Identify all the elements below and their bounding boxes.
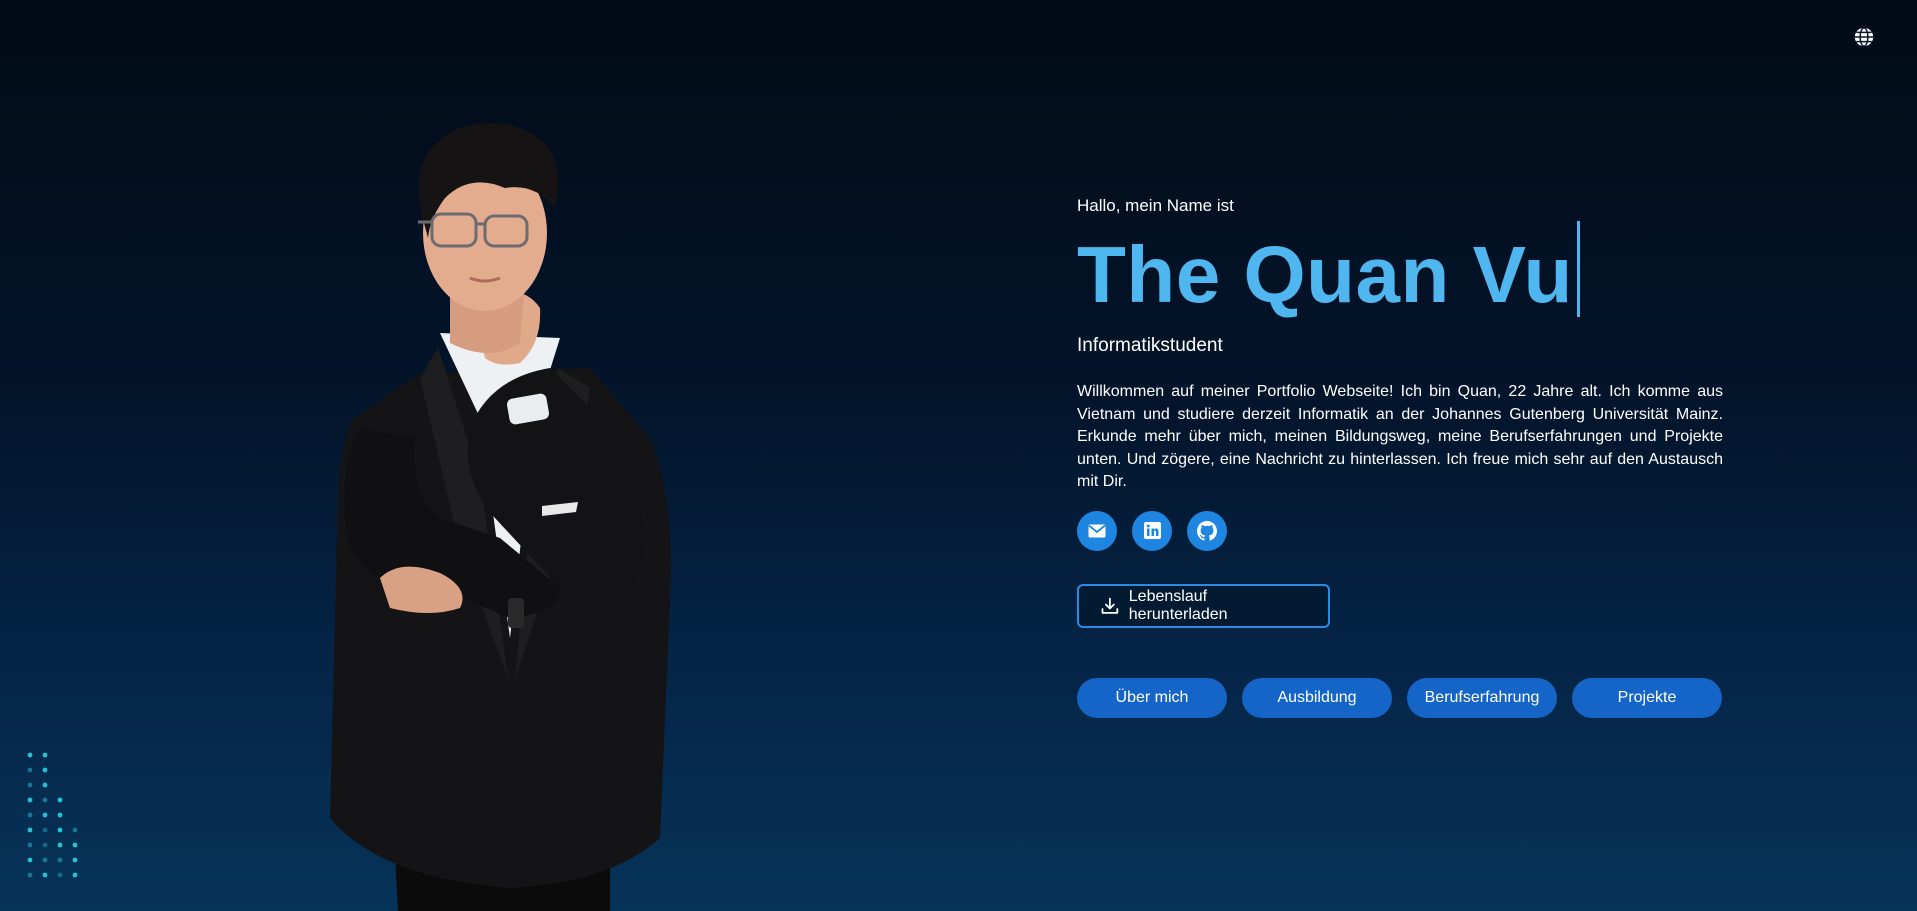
download-cv-button[interactable]: Lebenslauf herunterladen	[1077, 583, 1330, 628]
name-heading: The Quan Vu	[1077, 230, 1573, 319]
language-switch-button[interactable]	[1853, 26, 1875, 48]
github-link[interactable]	[1187, 510, 1227, 551]
nav-button-experience[interactable]: Berufserfahrung	[1407, 677, 1557, 718]
mail-icon	[1088, 524, 1106, 537]
profile-photo	[330, 123, 671, 911]
nav-button-about[interactable]: Über mich	[1077, 677, 1227, 718]
linkedin-link[interactable]	[1132, 510, 1172, 551]
typing-caret	[1576, 221, 1580, 317]
hero-section: Hallo, mein Name ist The Quan Vu Informa…	[1077, 196, 1723, 718]
role-subtitle: Informatikstudent	[1077, 335, 1223, 356]
download-icon	[1101, 597, 1119, 614]
social-links	[1077, 510, 1723, 551]
dots-decoration	[27, 752, 78, 878]
greeting-text: Hallo, mein Name ist	[1077, 196, 1234, 215]
nav-button-education[interactable]: Ausbildung	[1242, 677, 1392, 718]
nav-button-projects[interactable]: Projekte	[1572, 677, 1722, 718]
section-nav: Über mich Ausbildung Berufserfahrung Pro…	[1077, 677, 1723, 718]
linkedin-icon	[1143, 522, 1161, 539]
download-cv-label: Lebenslauf herunterladen	[1128, 587, 1228, 623]
bio-paragraph: Willkommen auf meiner Portfolio Webseite…	[1077, 383, 1723, 490]
email-link[interactable]	[1077, 510, 1117, 551]
github-icon	[1197, 520, 1217, 541]
name-heading-wrap: The Quan Vu	[1077, 219, 1723, 319]
globe-icon	[1854, 27, 1874, 47]
